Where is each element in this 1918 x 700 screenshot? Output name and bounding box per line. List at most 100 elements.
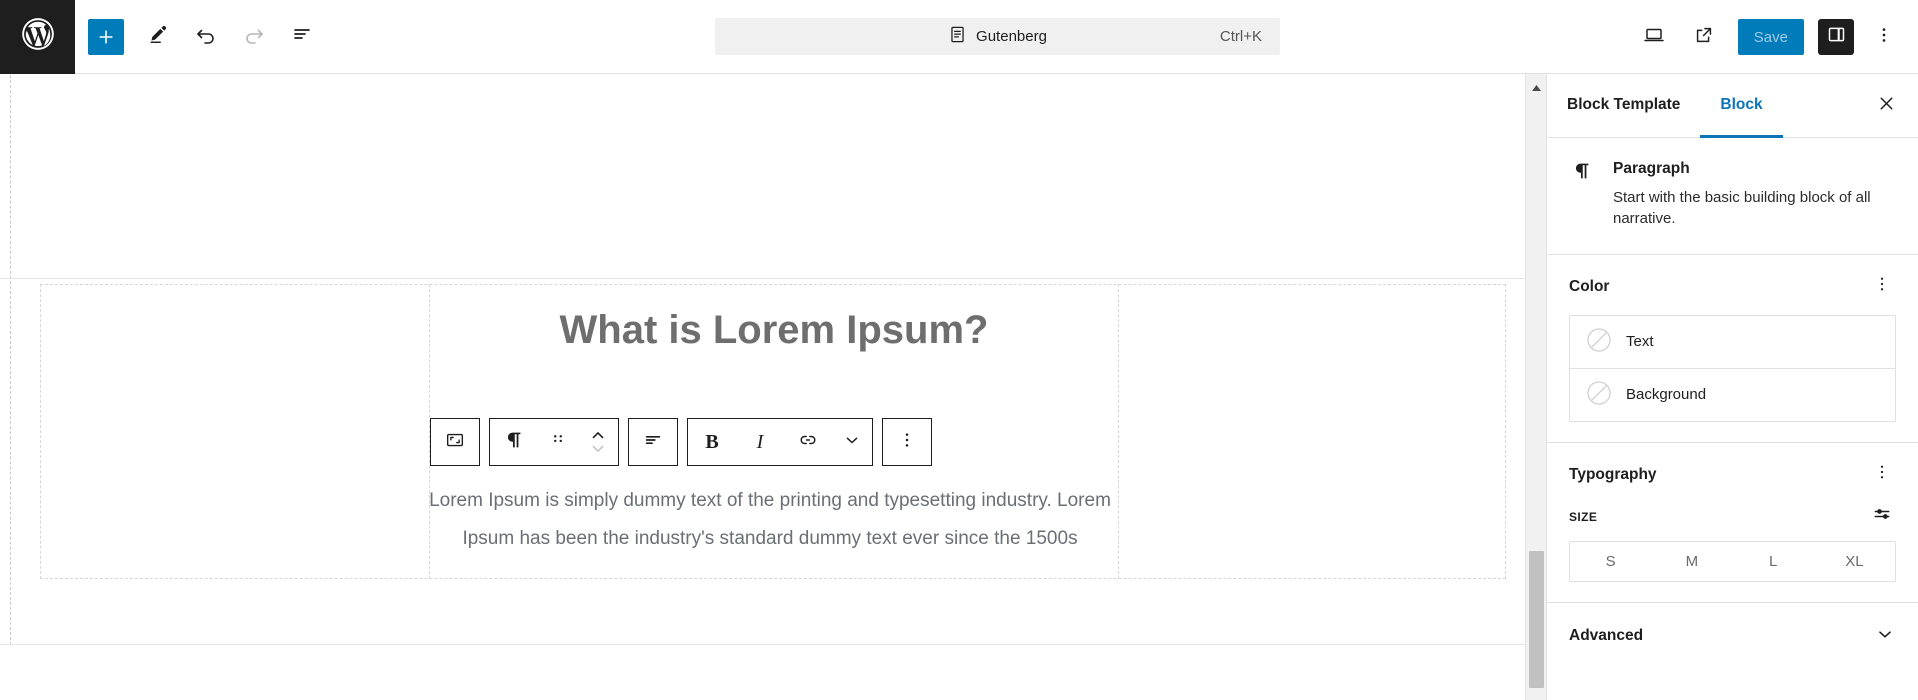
parent-block-icon xyxy=(444,429,466,456)
paragraph-pilcrow-icon xyxy=(1569,160,1595,230)
block-card-title: Paragraph xyxy=(1613,160,1690,177)
editor-canvas[interactable]: What is Lorem Ipsum? Lorem Ipsum is simp… xyxy=(0,74,1546,700)
canvas-divider-bottom xyxy=(0,644,1546,645)
color-panel: Color Text Background xyxy=(1547,253,1918,442)
list-view-icon xyxy=(290,22,314,51)
scrollbar-thumb[interactable] xyxy=(1529,551,1544,688)
command-bar-shortcut: Ctrl+K xyxy=(1219,28,1262,45)
font-size-option-l[interactable]: L xyxy=(1733,542,1814,581)
settings-sidebar-toggle-button[interactable] xyxy=(1818,19,1854,55)
sidebar-tabs: Block Template Block xyxy=(1547,74,1918,138)
block-toolbar-group-format: B I xyxy=(687,418,873,466)
typography-panel-options-button[interactable] xyxy=(1868,461,1896,489)
template-column-left-outline xyxy=(40,284,430,579)
save-button[interactable]: Save xyxy=(1737,19,1804,55)
post-paragraph-block[interactable]: Lorem Ipsum is simply dummy text of the … xyxy=(420,482,1120,558)
typography-panel: Typography SIZE S M L XL xyxy=(1547,441,1918,602)
canvas-divider-top xyxy=(0,278,1546,279)
color-panel-title: Color xyxy=(1569,277,1610,295)
three-dots-vertical-icon xyxy=(1873,463,1891,486)
editor-header: Gutenberg Ctrl+K Save xyxy=(0,0,1918,74)
font-size-settings-button[interactable] xyxy=(1868,503,1896,531)
view-site-button[interactable] xyxy=(1680,13,1728,61)
block-toolbar-group-options xyxy=(882,418,932,466)
gutenberg-editor-window: Gutenberg Ctrl+K Save What is Lorem Ipsu… xyxy=(0,0,1918,700)
sidebar-panel-icon xyxy=(1826,24,1847,50)
block-toolbar-group-parent xyxy=(430,418,480,466)
template-column-right-outline xyxy=(1118,284,1506,579)
chevron-down-icon xyxy=(592,445,604,452)
bold-button[interactable]: B xyxy=(688,419,736,465)
block-toolbar: B I xyxy=(430,418,932,466)
external-link-icon xyxy=(1693,24,1715,51)
tab-block[interactable]: Block xyxy=(1700,74,1783,138)
laptop-icon xyxy=(1642,23,1666,52)
font-size-option-m[interactable]: M xyxy=(1651,542,1732,581)
wordpress-logo-button[interactable] xyxy=(0,0,75,74)
color-option-background[interactable]: Background xyxy=(1570,367,1895,421)
color-option-background-label: Background xyxy=(1626,386,1707,404)
wordpress-logo-icon xyxy=(19,15,57,58)
block-type-button[interactable] xyxy=(490,419,538,465)
command-bar[interactable]: Gutenberg Ctrl+K xyxy=(715,18,1280,55)
advanced-panel-toggle[interactable]: Advanced xyxy=(1547,601,1918,670)
select-parent-block-button[interactable] xyxy=(431,419,479,465)
italic-button[interactable]: I xyxy=(736,419,784,465)
pencil-icon xyxy=(147,23,169,50)
align-text-button[interactable] xyxy=(629,419,677,465)
font-size-option-s[interactable]: S xyxy=(1570,542,1651,581)
document-icon xyxy=(948,25,967,48)
scrollbar-up-arrow[interactable] xyxy=(1526,80,1546,96)
font-size-option-xl[interactable]: XL xyxy=(1814,542,1895,581)
post-heading[interactable]: What is Lorem Ipsum? xyxy=(430,306,1118,354)
drag-handle[interactable] xyxy=(538,419,578,465)
document-overview-button[interactable] xyxy=(278,13,326,61)
block-card: Paragraph Start with the basic building … xyxy=(1547,138,1918,254)
more-formatting-button[interactable] xyxy=(832,419,872,465)
three-dots-vertical-icon xyxy=(1874,25,1894,50)
advanced-panel-title: Advanced xyxy=(1569,627,1644,645)
editor-body: What is Lorem Ipsum? Lorem Ipsum is simp… xyxy=(0,74,1918,700)
font-size-toggle-group: S M L XL xyxy=(1569,540,1896,582)
editor-canvas-area: What is Lorem Ipsum? Lorem Ipsum is simp… xyxy=(0,74,1546,700)
color-options-list: Text Background xyxy=(1569,314,1896,422)
add-block-button[interactable] xyxy=(88,18,124,55)
editor-options-button[interactable] xyxy=(1860,13,1908,61)
block-card-description: Start with the basic building block of a… xyxy=(1613,189,1871,228)
block-options-button[interactable] xyxy=(883,419,931,465)
no-color-circle-icon xyxy=(1586,380,1612,410)
settings-sidebar: Block Template Block Paragraph Start wit… xyxy=(1546,74,1918,700)
font-size-label: SIZE xyxy=(1569,509,1598,524)
chevron-down-icon xyxy=(842,430,862,455)
italic-icon: I xyxy=(756,430,764,453)
block-toolbar-group-align xyxy=(628,418,678,466)
close-sidebar-button[interactable] xyxy=(1866,86,1906,126)
command-bar-title: Gutenberg xyxy=(976,28,1047,45)
header-right-toolbar: Save xyxy=(1630,0,1908,74)
chevron-down-icon xyxy=(1874,623,1896,650)
canvas-scrollbar[interactable] xyxy=(1525,74,1546,700)
block-toolbar-group-block xyxy=(489,418,619,466)
three-dots-vertical-icon xyxy=(897,430,917,455)
view-device-button[interactable] xyxy=(1630,13,1678,61)
redo-arrow-icon xyxy=(242,22,266,51)
move-block-buttons[interactable] xyxy=(578,419,618,465)
undo-button[interactable] xyxy=(182,13,230,61)
tab-block-template[interactable]: Block Template xyxy=(1547,74,1700,138)
redo-button[interactable] xyxy=(230,13,278,61)
undo-arrow-icon xyxy=(194,22,218,51)
close-x-icon xyxy=(1876,93,1897,119)
bold-icon: B xyxy=(705,430,719,453)
chevron-up-icon xyxy=(592,432,604,439)
color-panel-options-button[interactable] xyxy=(1868,273,1896,301)
link-button[interactable] xyxy=(784,419,832,465)
edit-tool-button[interactable] xyxy=(134,13,182,61)
align-text-icon xyxy=(642,429,664,456)
triangle-up-icon xyxy=(1531,79,1542,97)
three-dots-vertical-icon xyxy=(1873,275,1891,298)
header-left-toolbar xyxy=(75,13,326,61)
sliders-icon xyxy=(1872,504,1892,529)
no-color-circle-icon xyxy=(1586,327,1612,357)
link-icon xyxy=(797,429,819,456)
color-option-text[interactable]: Text xyxy=(1570,316,1895,368)
